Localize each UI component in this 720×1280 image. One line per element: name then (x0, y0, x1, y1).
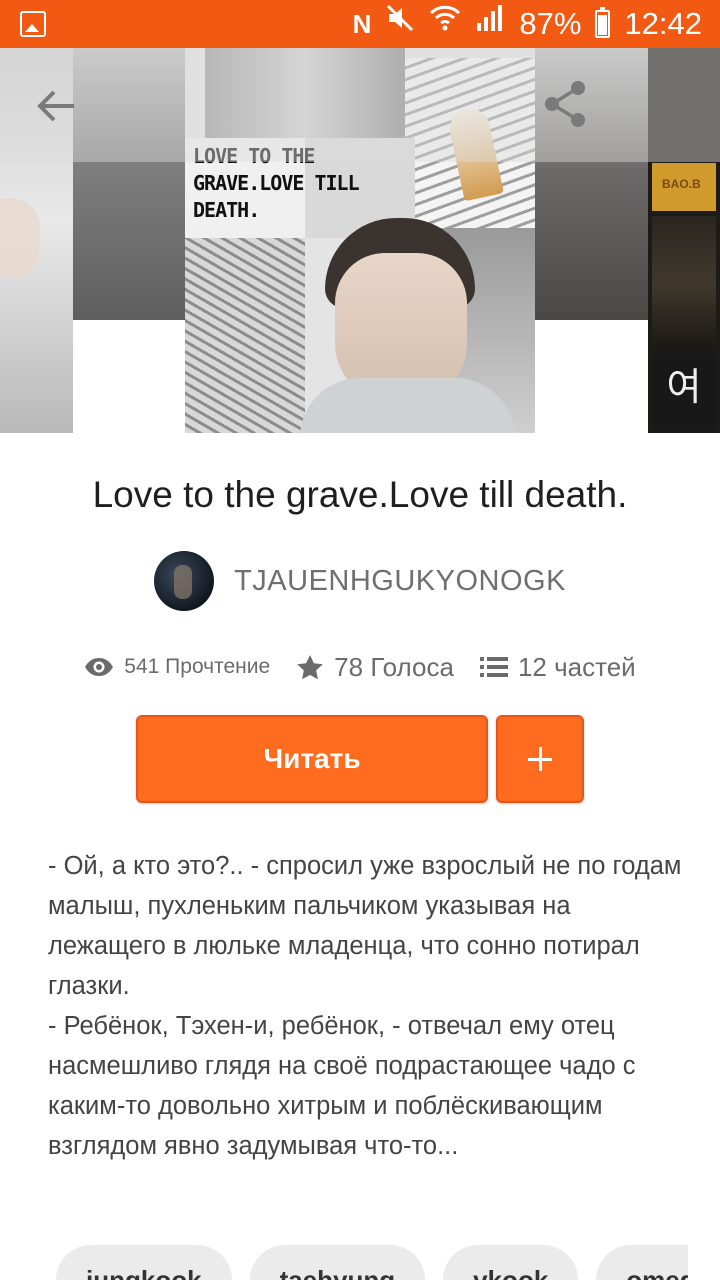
votes-count: 78 Голоса (334, 651, 454, 682)
mute-icon (385, 0, 415, 48)
author-name[interactable]: TJAUENHGUKYONOGK (234, 565, 566, 598)
author-avatar[interactable] (154, 551, 215, 611)
read-button[interactable]: Читать (136, 715, 488, 803)
clock: 12:42 (624, 6, 702, 41)
description-paragraph: - Ой, а кто это?.. - спросил уже взрослы… (48, 852, 682, 1000)
eye-icon (85, 658, 114, 676)
tag-vkook[interactable]: vkook (443, 1245, 579, 1280)
add-to-library-button[interactable] (496, 715, 584, 803)
gallery-icon (20, 11, 46, 37)
tag-taehyung[interactable]: taehyung (249, 1245, 426, 1280)
far-right-cover-korean: 여 (652, 353, 716, 431)
votes-stat: 78 Голоса (296, 652, 454, 683)
author-row[interactable]: TJAUENHGUKYONOGK (0, 550, 720, 612)
status-bar: N 87% 12:42 (0, 0, 720, 48)
back-arrow-icon[interactable] (28, 82, 84, 130)
share-icon[interactable] (540, 78, 592, 130)
description-paragraph: - Ребёнок, Тэхен-и, ребёнок, - отвечал е… (48, 1012, 636, 1160)
parts-count: 12 частей (517, 651, 636, 682)
story-stats: 541 Прочтение 78 Голоса 12 частей (0, 644, 720, 690)
parts-stat: 12 частей (479, 651, 636, 683)
list-icon (479, 657, 508, 677)
nfc-icon: N (352, 9, 372, 39)
tag-omega[interactable]: omega (596, 1245, 688, 1280)
wifi-icon (429, 0, 461, 48)
battery-icon (595, 7, 611, 38)
status-icons: N 87% 12:42 (353, 0, 702, 48)
story-description: - Ой, а кто это?.. - спросил уже взрослы… (48, 846, 688, 1166)
top-toolbar (0, 48, 720, 162)
tag-jungkook[interactable]: jungkook (56, 1245, 232, 1280)
signal-icon (475, 0, 505, 48)
story-title: Love to the grave.Love till death. (92, 474, 628, 515)
reads-stat: 541 Прочтение (84, 655, 270, 679)
star-icon (297, 654, 323, 679)
reads-count: 541 Прочтение (124, 655, 271, 678)
battery-percent: 87% (519, 6, 582, 41)
tag-list: jungkook taehyung vkook omega (56, 1245, 688, 1280)
